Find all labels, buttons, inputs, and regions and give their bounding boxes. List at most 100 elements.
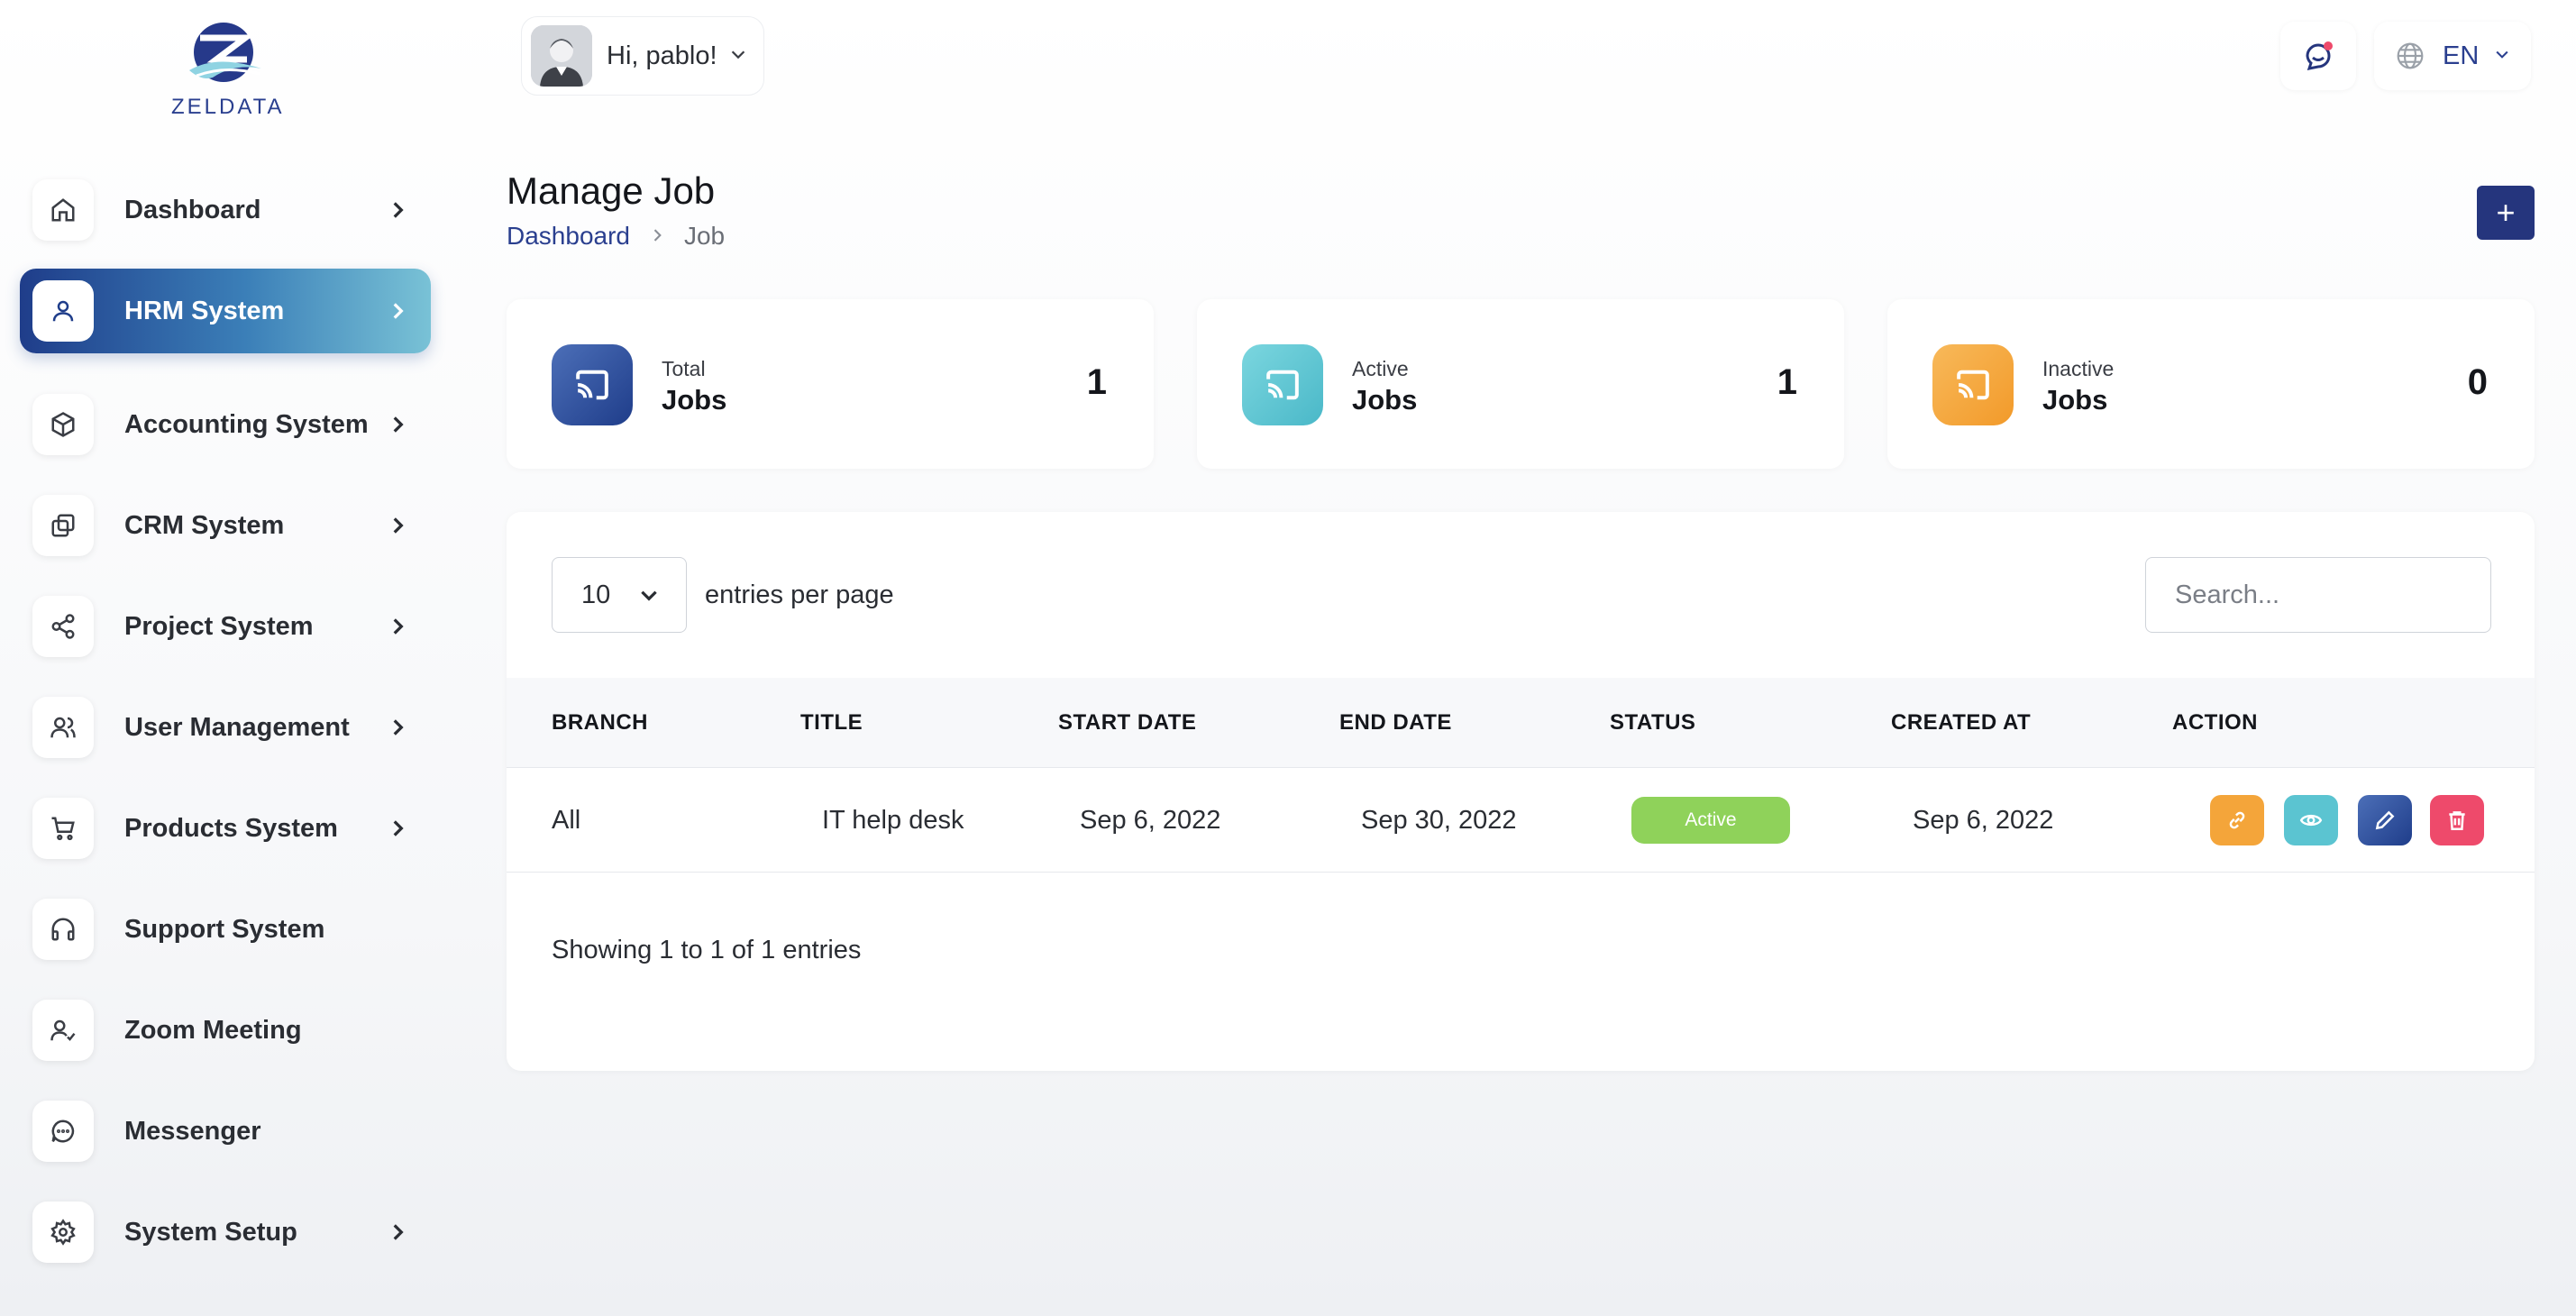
- add-job-button[interactable]: +: [2477, 186, 2535, 240]
- user-icon: [32, 280, 94, 342]
- view-button[interactable]: [2284, 795, 2338, 845]
- sidebar-item-system-setup[interactable]: System Setup: [20, 1190, 431, 1275]
- avatar: [531, 25, 592, 87]
- sidebar-item-label: CRM System: [124, 510, 285, 540]
- copy-link-button[interactable]: [2210, 795, 2264, 845]
- chevron-right-icon: [386, 198, 409, 222]
- link-icon: [2229, 811, 2245, 829]
- chevron-right-icon: [386, 615, 409, 638]
- sidebar-item-label: System Setup: [124, 1217, 297, 1247]
- edit-button[interactable]: [2358, 795, 2412, 845]
- user-greeting: Hi, pablo!: [607, 41, 717, 70]
- cell-branch: All: [552, 805, 581, 835]
- language-selector[interactable]: EN: [2374, 22, 2531, 90]
- stat-title: Jobs: [2042, 384, 2108, 416]
- delete-button[interactable]: [2430, 795, 2484, 845]
- column-header-branch[interactable]: BRANCH: [552, 678, 648, 768]
- column-header-title[interactable]: TITLE: [800, 678, 863, 768]
- sidebar-item-messenger[interactable]: Messenger: [20, 1089, 431, 1174]
- brand-logo[interactable]: ZELDATA: [171, 18, 285, 119]
- sidebar: ZELDATA Dashboard HRM System Accounting …: [0, 0, 451, 1316]
- sidebar-item-label: Accounting System: [124, 409, 369, 439]
- sidebar-item-zoom-meeting[interactable]: Zoom Meeting: [20, 988, 431, 1073]
- stat-card-active-jobs: Active Jobs 1: [1197, 299, 1844, 469]
- chevron-down-icon: [2479, 45, 2511, 68]
- sidebar-item-products-system[interactable]: Products System: [20, 786, 431, 871]
- stat-value: 1: [1086, 362, 1107, 402]
- chevron-right-icon: [386, 817, 409, 840]
- sidebar-item-dashboard[interactable]: Dashboard: [20, 168, 431, 252]
- table-header: BRANCH TITLE START DATE END DATE STATUS …: [507, 678, 2535, 768]
- chevron-down-icon: [728, 44, 748, 69]
- cast-icon: [1932, 344, 2014, 425]
- column-header-status[interactable]: STATUS: [1610, 678, 1695, 768]
- sidebar-item-label: Zoom Meeting: [124, 1015, 302, 1045]
- chevron-right-icon: [386, 1220, 409, 1244]
- home-icon: [32, 179, 94, 241]
- chevron-right-icon: [386, 299, 409, 323]
- breadcrumb-current: Job: [683, 222, 726, 250]
- logo-text: ZELDATA: [171, 95, 285, 119]
- sidebar-item-label: User Management: [124, 712, 350, 742]
- cell-created-at: Sep 6, 2022: [1913, 805, 2054, 835]
- user-check-icon: [32, 1000, 94, 1061]
- column-header-end-date[interactable]: END DATE: [1339, 678, 1452, 768]
- cast-icon: [552, 344, 633, 425]
- chevron-right-icon: [386, 514, 409, 537]
- eye-icon: [2299, 814, 2323, 827]
- sidebar-item-label: Dashboard: [124, 195, 261, 224]
- search-input[interactable]: [2145, 557, 2491, 633]
- cast-icon: [1242, 344, 1323, 425]
- cell-title: IT help desk: [822, 805, 964, 835]
- chat-notification-button[interactable]: [2280, 22, 2356, 90]
- sidebar-item-label: Products System: [124, 813, 338, 843]
- stat-label: Active: [1352, 357, 1409, 380]
- table-row: All IT help desk Sep 6, 2022 Sep 30, 202…: [507, 768, 2535, 873]
- sidebar-item-label: Messenger: [124, 1116, 261, 1146]
- chevron-right-icon: [386, 413, 409, 436]
- status-badge: Active: [1631, 797, 1790, 844]
- sidebar-item-label: Support System: [124, 914, 325, 944]
- cell-end-date: Sep 30, 2022: [1361, 805, 1517, 835]
- cart-icon: [32, 798, 94, 859]
- column-header-created-at[interactable]: CREATED AT: [1891, 678, 2031, 768]
- stat-label: Inactive: [2042, 357, 2115, 380]
- stat-value: 1: [1777, 362, 1797, 402]
- column-header-action[interactable]: ACTION: [2172, 678, 2258, 768]
- sidebar-item-hrm-system[interactable]: HRM System: [20, 269, 431, 353]
- sidebar-item-support-system[interactable]: Support System: [20, 887, 431, 972]
- chat-icon: [2306, 41, 2333, 70]
- share-icon: [32, 596, 94, 657]
- stat-card-total-jobs: Total Jobs 1: [507, 299, 1154, 469]
- column-header-start-date[interactable]: START DATE: [1058, 678, 1196, 768]
- stat-title: Jobs: [1352, 384, 1418, 416]
- breadcrumb: Dashboard Job: [507, 222, 725, 251]
- entries-per-page-label: entries per page: [705, 580, 894, 609]
- logo-icon: [189, 23, 261, 82]
- sidebar-item-project-system[interactable]: Project System: [20, 584, 431, 669]
- stat-card-inactive-jobs: Inactive Jobs 0: [1887, 299, 2535, 469]
- globe-icon: [2397, 42, 2424, 69]
- box-icon: [32, 394, 94, 455]
- headphones-icon: [32, 899, 94, 960]
- entries-per-page-select[interactable]: 10: [552, 557, 687, 633]
- layers-icon: [32, 495, 94, 556]
- sidebar-item-label: HRM System: [124, 296, 285, 325]
- pagination-info: Showing 1 to 1 of 1 entries: [552, 936, 862, 964]
- entries-per-page-value: 10: [581, 580, 611, 609]
- message-icon: [32, 1101, 94, 1162]
- sidebar-item-crm-system[interactable]: CRM System: [20, 483, 431, 568]
- sidebar-item-accounting-system[interactable]: Accounting System: [20, 382, 431, 467]
- user-menu[interactable]: Hi, pablo!: [521, 16, 764, 96]
- breadcrumb-home-link[interactable]: Dashboard: [507, 222, 630, 251]
- sidebar-item-user-management[interactable]: User Management: [20, 685, 431, 770]
- trash-icon: [2449, 811, 2465, 830]
- chevron-right-icon: [648, 222, 666, 251]
- users-icon: [32, 697, 94, 758]
- sidebar-item-label: Project System: [124, 611, 314, 641]
- stat-label: Total: [662, 357, 706, 380]
- stat-value: 0: [2467, 362, 2488, 402]
- cell-start-date: Sep 6, 2022: [1080, 805, 1221, 835]
- stat-title: Jobs: [662, 384, 727, 416]
- gear-icon: [32, 1202, 94, 1263]
